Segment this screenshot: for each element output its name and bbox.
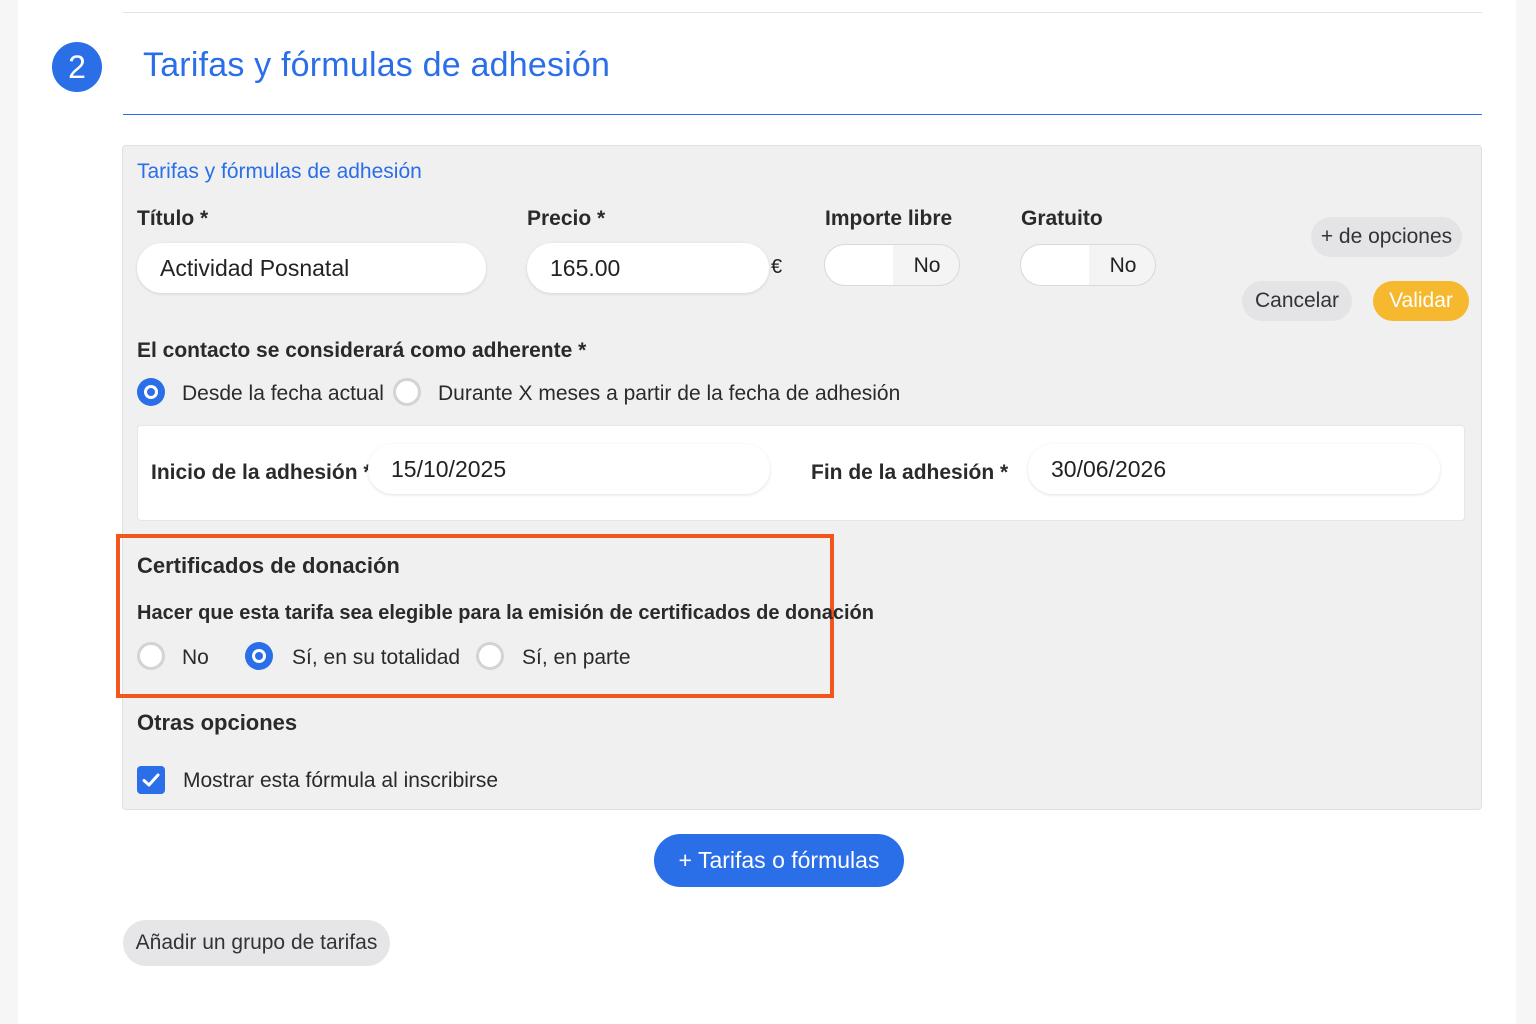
donation-question: Hacer que esta tarifa sea elegible para … xyxy=(137,602,874,624)
checkmark-icon xyxy=(142,773,160,787)
toggle-value: No xyxy=(913,254,941,277)
adherent-label: El contacto se considerará como adherent… xyxy=(137,339,587,362)
title-input[interactable]: Actividad Posnatal xyxy=(137,243,486,293)
other-options-heading: Otras opciones xyxy=(137,710,298,735)
section-title-underline xyxy=(123,114,1482,115)
radio-x-months[interactable] xyxy=(393,378,421,406)
step-number-badge: 2 xyxy=(52,42,102,92)
radio-current-date[interactable] xyxy=(137,378,165,406)
radio-donation-no-label: No xyxy=(182,646,209,669)
radio-current-date-label: Desde la fecha actual xyxy=(182,382,384,405)
start-date-label: Inicio de la adhesión * xyxy=(151,461,372,484)
section-title: Tarifas y fórmulas de adhesión xyxy=(143,46,611,84)
radio-donation-full-label: Sí, en su totalidad xyxy=(292,646,461,669)
toggle-knob xyxy=(825,245,893,285)
currency-symbol: € xyxy=(771,256,783,278)
more-options-button[interactable]: + de opciones xyxy=(1311,217,1462,257)
show-formula-label: Mostrar esta fórmula al inscribirse xyxy=(183,769,499,792)
price-label: Precio * xyxy=(527,207,606,230)
validate-button[interactable]: Validar xyxy=(1373,281,1469,321)
start-date-input[interactable]: 15/10/2025 xyxy=(368,444,770,494)
add-tariff-group-button[interactable]: Añadir un grupo de tarifas xyxy=(123,920,390,966)
radio-x-months-label: Durante X meses a partir de la fecha de … xyxy=(438,382,901,405)
toggle-knob xyxy=(1021,245,1089,285)
toggle-value: No xyxy=(1109,254,1137,277)
add-tariff-button[interactable]: + Tarifas o fórmulas xyxy=(654,834,904,887)
free-label: Gratuito xyxy=(1021,207,1103,230)
end-date-label: Fin de la adhesión * xyxy=(811,461,1009,484)
free-amount-label: Importe libre xyxy=(825,207,953,230)
end-date-input[interactable]: 30/06/2026 xyxy=(1028,444,1440,494)
show-formula-checkbox[interactable] xyxy=(137,766,165,794)
donation-heading: Certificados de donación xyxy=(137,553,400,578)
price-input[interactable]: 165.00 xyxy=(527,243,769,293)
free-toggle[interactable]: No xyxy=(1020,244,1156,286)
radio-donation-no[interactable] xyxy=(137,642,165,670)
divider xyxy=(123,12,1482,13)
panel-title: Tarifas y fórmulas de adhesión xyxy=(137,160,422,183)
title-label: Título * xyxy=(137,207,209,230)
radio-donation-partial[interactable] xyxy=(476,642,504,670)
free-amount-toggle[interactable]: No xyxy=(824,244,960,286)
radio-donation-partial-label: Sí, en parte xyxy=(522,646,631,669)
radio-donation-full[interactable] xyxy=(245,642,273,670)
cancel-button[interactable]: Cancelar xyxy=(1242,281,1352,321)
